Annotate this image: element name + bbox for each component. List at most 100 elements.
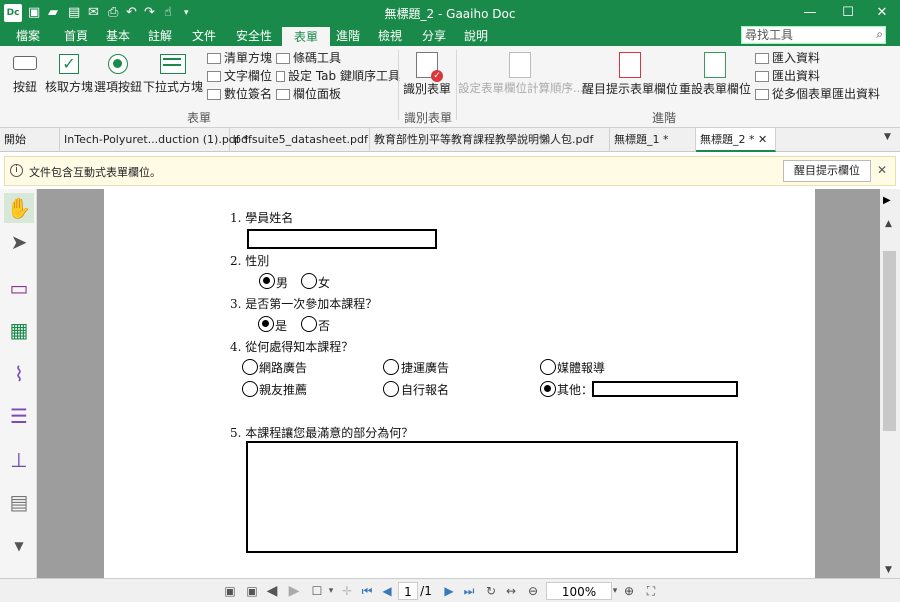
- scroll-up-icon[interactable]: ▲: [885, 219, 892, 229]
- vertical-scrollbar[interactable]: ▶ ▲ ▼: [880, 189, 900, 578]
- menu-advanced[interactable]: 進階: [334, 26, 362, 46]
- maximize-icon[interactable]: ☐: [830, 0, 866, 26]
- export-multi-tool[interactable]: 從多個表單匯出資料: [755, 86, 880, 102]
- next-page-icon[interactable]: ▶: [442, 582, 456, 600]
- export-data-tool[interactable]: 匯出資料: [755, 68, 820, 84]
- tab-start[interactable]: 開始: [0, 128, 60, 152]
- marquee-dropdown-icon[interactable]: ▾: [326, 582, 336, 600]
- search-icon[interactable]: ⌕: [876, 26, 883, 42]
- radio-tool-label: 選項按鈕: [94, 80, 143, 94]
- text-field-tool[interactable]: 文字欄位: [207, 68, 272, 84]
- name-text-field[interactable]: [247, 229, 437, 249]
- digital-signature-tool[interactable]: 數位簽名: [207, 86, 272, 102]
- page-number-input[interactable]: 1: [398, 582, 418, 600]
- highlight-fields-tool[interactable]: 醒目提示表單欄位: [582, 52, 678, 97]
- menu-forms[interactable]: 表單: [282, 26, 330, 46]
- button-tool-label: 按鈕: [12, 80, 37, 94]
- gender-male-radio[interactable]: [259, 273, 275, 289]
- menu-help[interactable]: 說明: [462, 26, 490, 46]
- first-page-icon[interactable]: ⏮: [360, 582, 374, 600]
- source-media-radio[interactable]: [540, 359, 556, 375]
- first-time-yes-radio[interactable]: [258, 316, 274, 332]
- zoom-in-icon[interactable]: ⊕: [622, 582, 636, 600]
- source-friend-radio[interactable]: [242, 381, 258, 397]
- menu-file[interactable]: 檔案: [14, 26, 42, 46]
- satisfaction-text-area[interactable]: [246, 441, 738, 553]
- scrollbar-thumb[interactable]: [883, 251, 896, 431]
- field-panel-tool[interactable]: 欄位面板: [276, 86, 341, 102]
- menu-home[interactable]: 首頁: [62, 26, 90, 46]
- checkbox-tool[interactable]: ✓ 核取方塊: [44, 54, 94, 95]
- fit-width-icon[interactable]: ↔: [504, 582, 518, 600]
- zoom-level-input[interactable]: 100%: [546, 582, 612, 600]
- tab-intech[interactable]: InTech-Polyuret...duction (1).pdf *: [60, 128, 249, 152]
- close-icon[interactable]: ✕: [864, 0, 900, 26]
- panel-expand-icon[interactable]: ▶: [883, 195, 891, 206]
- menu-document[interactable]: 文件: [190, 26, 218, 46]
- tab-untitled-1[interactable]: 無標題_1 *: [610, 128, 696, 152]
- minimize-icon[interactable]: —: [792, 0, 828, 26]
- zoom-out-icon[interactable]: ⊖: [526, 582, 540, 600]
- single-page-icon[interactable]: ▣: [222, 582, 238, 600]
- menu-comment[interactable]: 註解: [146, 26, 174, 46]
- source-metro-ad-radio[interactable]: [383, 359, 399, 375]
- source-web-ad-radio[interactable]: [242, 359, 258, 375]
- radio-button-tool[interactable]: 選項按鈕: [94, 54, 142, 95]
- ribbon-separator: [456, 50, 457, 120]
- two-page-icon[interactable]: ▣: [244, 582, 260, 600]
- zoom-dropdown-icon[interactable]: ▾: [610, 582, 620, 600]
- select-arrow-icon[interactable]: ➤: [4, 227, 34, 257]
- tabs-overflow-icon[interactable]: ▼: [884, 132, 891, 142]
- marquee-icon[interactable]: ☐: [310, 582, 324, 600]
- field-panel-icon: [276, 89, 290, 100]
- source-metro-ad-label: 捷運廣告: [401, 361, 450, 375]
- fullscreen-icon[interactable]: ⛶: [644, 582, 658, 600]
- group-label-identify: 識別表單: [404, 111, 453, 125]
- tab-untitled-2[interactable]: 無標題_2 * ✕: [696, 128, 776, 152]
- calc-order-tool[interactable]: 設定表單欄位計算順序...: [458, 52, 584, 96]
- list-box-tool[interactable]: 清單方塊: [207, 50, 272, 66]
- bookmark-icon[interactable]: ▭: [4, 273, 34, 303]
- rotate-icon[interactable]: ↻: [484, 582, 498, 600]
- hand-icon[interactable]: ✋: [4, 193, 34, 223]
- tool-search-input[interactable]: 尋找工具 ⌕: [741, 26, 886, 44]
- barcode-tool[interactable]: 條碼工具: [276, 50, 341, 66]
- source-other-radio[interactable]: [540, 381, 556, 397]
- menu-security[interactable]: 安全性: [234, 26, 274, 46]
- button-tool[interactable]: 按鈕: [10, 56, 40, 95]
- tab-pdfsuite[interactable]: pdfsuite5_datasheet.pdf: [230, 128, 370, 152]
- source-media-label: 媒體報導: [557, 361, 606, 375]
- attachment-icon[interactable]: ⌇: [4, 359, 34, 389]
- identify-form-tool[interactable]: ✓ 識別表單: [402, 52, 452, 97]
- menu-view[interactable]: 檢視: [376, 26, 404, 46]
- prev-page-icon[interactable]: ◀: [380, 582, 394, 600]
- first-time-no-radio[interactable]: [301, 316, 317, 332]
- tab-close-icon[interactable]: ✕: [758, 133, 767, 146]
- more-tools-icon[interactable]: ▼: [4, 531, 34, 561]
- close-infobar-icon[interactable]: ✕: [877, 163, 887, 177]
- import-label: 匯入資料: [772, 51, 821, 65]
- tab-edu[interactable]: 教育部性別平等教育課程教學說明懶人包.pdf: [370, 128, 610, 152]
- gender-female-radio[interactable]: [301, 273, 317, 289]
- source-other-text-field[interactable]: [592, 381, 738, 397]
- combo-box-tool[interactable]: 下拉式方塊: [142, 54, 204, 95]
- field-panel-label: 欄位面板: [293, 87, 342, 101]
- source-self-radio[interactable]: [383, 381, 399, 397]
- menu-share[interactable]: 分享: [420, 26, 448, 46]
- import-data-tool[interactable]: 匯入資料: [755, 50, 820, 66]
- crosshair-icon[interactable]: ✛: [340, 582, 354, 600]
- reset-fields-tool[interactable]: 重設表單欄位: [679, 52, 751, 97]
- tab-order-tool[interactable]: 設定 Tab 鍵順序工具: [276, 68, 400, 84]
- menu-basic[interactable]: 基本: [104, 26, 132, 46]
- highlight-fields-button[interactable]: 醒目提示欄位: [783, 160, 871, 182]
- comments-icon[interactable]: ☰: [4, 401, 34, 431]
- back-icon[interactable]: ◀: [264, 582, 280, 600]
- ribbon-separator: [398, 50, 399, 120]
- forward-icon[interactable]: ▶: [286, 582, 302, 600]
- stamp-icon[interactable]: ⊥: [4, 445, 34, 475]
- security-doc-icon[interactable]: ▤: [4, 487, 34, 517]
- scroll-down-icon[interactable]: ▼: [885, 565, 892, 575]
- thumbnails-icon[interactable]: ▦: [4, 315, 34, 345]
- combo-tool-label: 下拉式方塊: [142, 80, 203, 94]
- last-page-icon[interactable]: ⏭: [462, 582, 476, 600]
